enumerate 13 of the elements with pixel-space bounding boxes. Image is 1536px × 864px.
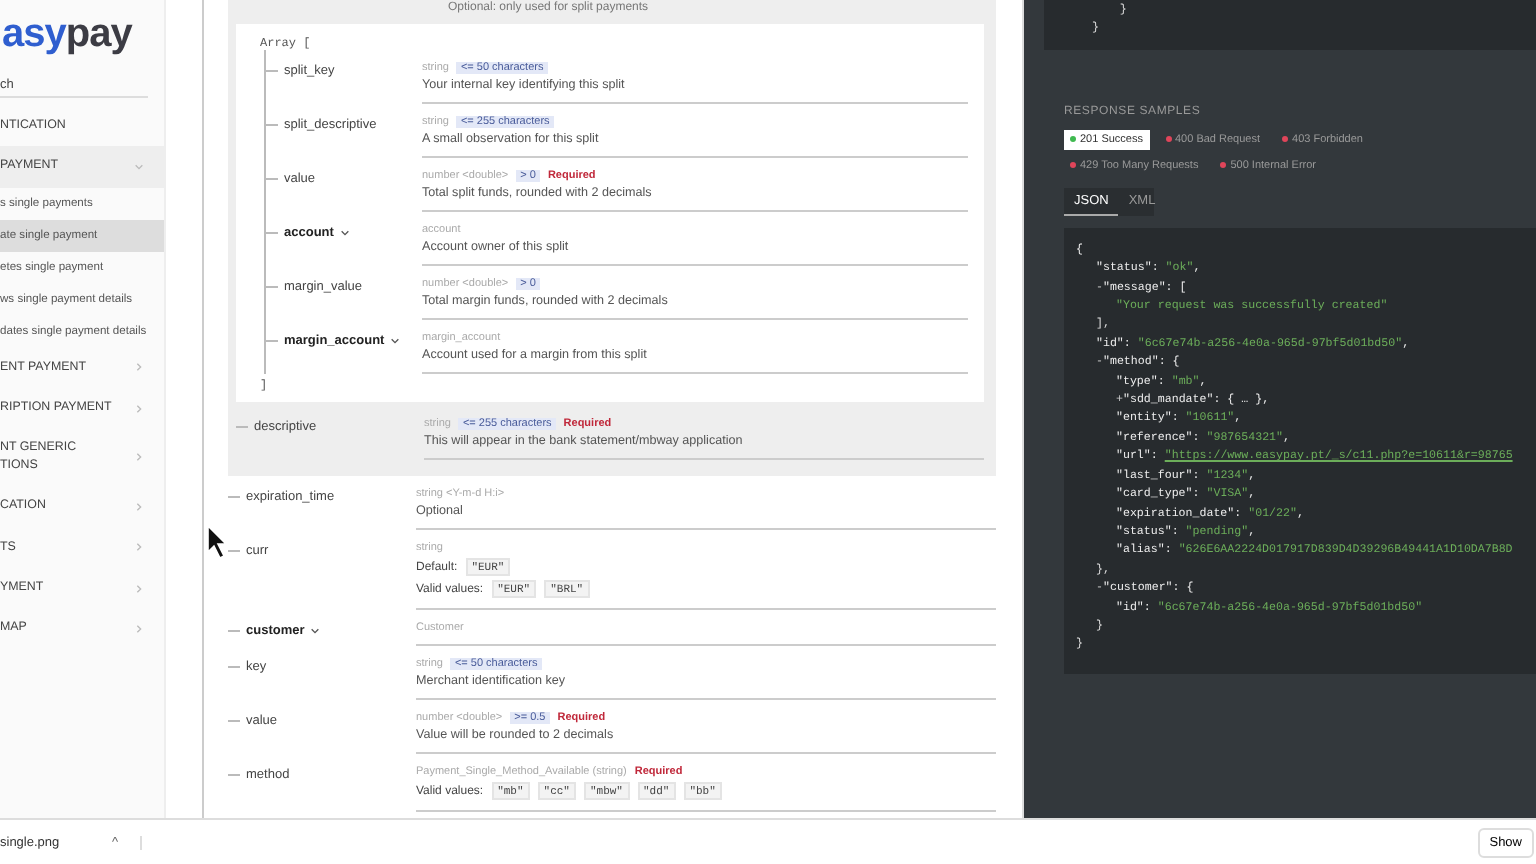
chevron-right-icon xyxy=(134,583,144,594)
chevron-right-icon xyxy=(134,403,144,414)
chevron-right-icon xyxy=(134,452,144,463)
chevron-down-icon xyxy=(134,162,144,173)
logo: asypay xyxy=(2,12,135,58)
chevron-right-icon xyxy=(134,542,144,553)
chevron-right-icon xyxy=(134,362,144,373)
mouse-cursor-icon xyxy=(206,524,230,560)
chevron-down-icon xyxy=(390,336,401,346)
chevron-right-icon xyxy=(134,501,144,512)
chevron-down-icon xyxy=(339,228,350,238)
chevron-down-icon xyxy=(310,626,321,636)
chevron-right-icon xyxy=(134,623,144,634)
